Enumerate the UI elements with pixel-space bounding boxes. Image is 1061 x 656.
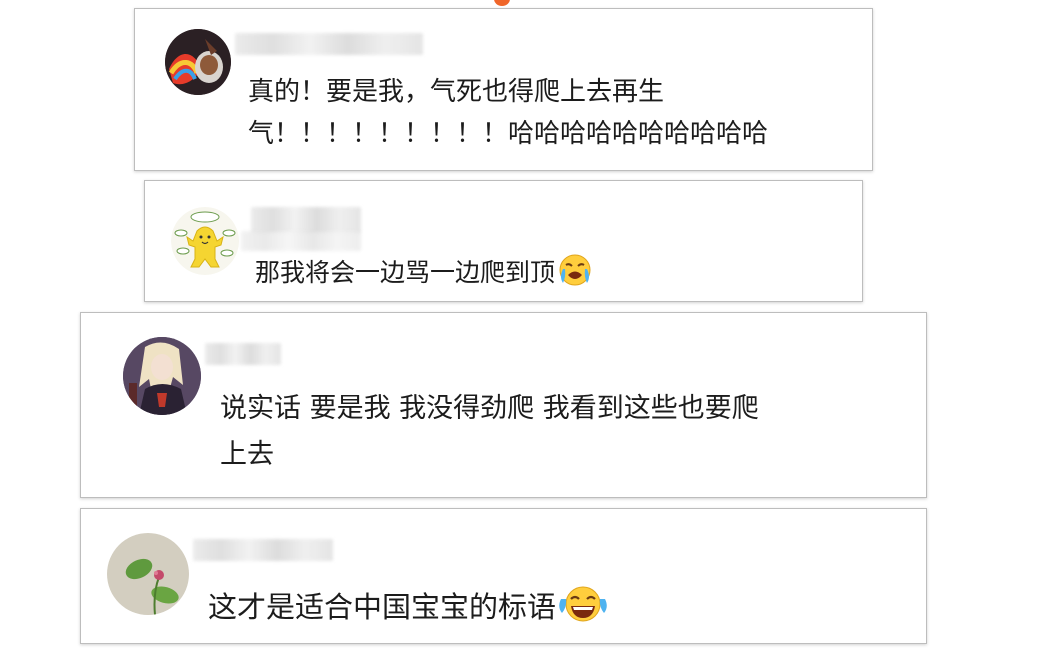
comment-card-1: 真的！要是我，气死也得爬上去再生 气！！！！！！！！！哈哈哈哈哈哈哈哈哈哈: [134, 8, 873, 171]
comment-card-3: 说实话 要是我 我没得劲爬 我看到这些也要爬 上去: [80, 312, 927, 498]
avatar[interactable]: [171, 207, 239, 275]
notification-dot: [494, 0, 510, 6]
comment-text: 说实话 要是我 我没得劲爬 我看到这些也要爬: [220, 393, 759, 424]
laughing-tears-emoji: [558, 585, 608, 623]
comment-text: 上去: [220, 439, 274, 470]
comment-text: 真的！要是我，气死也得爬上去再生: [248, 77, 665, 107]
username-blurred[interactable]: [193, 539, 333, 561]
avatar[interactable]: [107, 533, 189, 615]
username-blurred: [241, 231, 361, 251]
comment-text-content: 那我将会一边骂一边爬到顶: [255, 258, 556, 287]
comment-card-4: 这才是适合中国宝宝的标语: [80, 508, 927, 644]
crying-face-emoji: [557, 253, 593, 287]
username-blurred[interactable]: [205, 343, 281, 365]
comment-text: 那我将会一边骂一边爬到顶: [255, 253, 593, 290]
comment-text: 这才是适合中国宝宝的标语: [208, 585, 608, 626]
avatar[interactable]: [165, 29, 231, 95]
comment-card-2: 那我将会一边骂一边爬到顶: [144, 180, 863, 302]
comment-text-content: 这才是适合中国宝宝的标语: [208, 590, 557, 624]
avatar[interactable]: [123, 337, 201, 415]
username-blurred[interactable]: [235, 33, 423, 55]
username-blurred[interactable]: [251, 207, 361, 233]
comment-text: 气！！！！！！！！！哈哈哈哈哈哈哈哈哈哈: [248, 119, 769, 149]
